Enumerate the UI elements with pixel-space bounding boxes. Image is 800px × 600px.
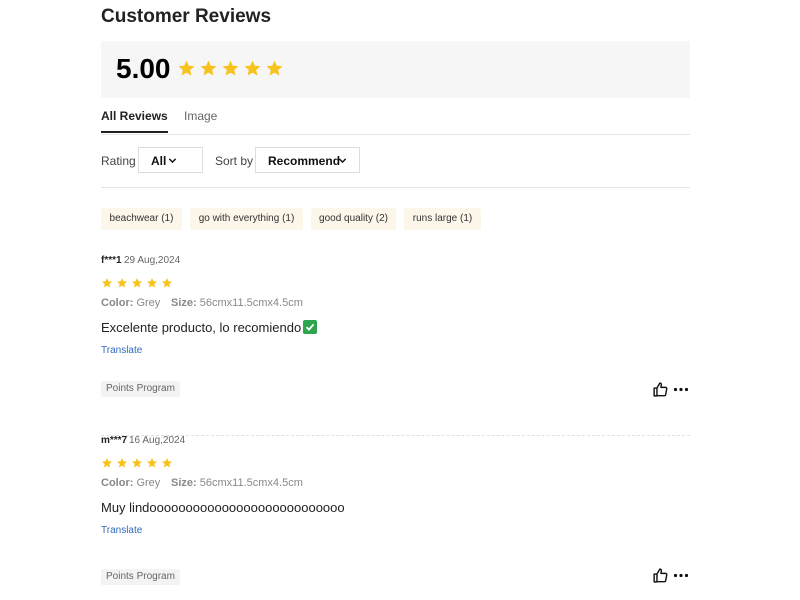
star-icon bbox=[132, 278, 142, 288]
review-body: Excelente producto, lo recomiendo bbox=[101, 320, 302, 335]
translate-link[interactable]: Translate bbox=[101, 525, 142, 536]
check-emoji-icon bbox=[303, 320, 318, 334]
thumbs-up-icon[interactable] bbox=[652, 567, 669, 584]
review-body: Muy lindooooooooooooooooooooooooooo bbox=[101, 500, 345, 515]
rating-filter-label: Rating bbox=[101, 154, 136, 168]
color-label: Color: bbox=[101, 477, 134, 489]
sort-filter-label: Sort by bbox=[215, 154, 254, 168]
rating-dropdown-value: All bbox=[151, 154, 167, 168]
review-date: 29 Aug,2024 bbox=[124, 255, 181, 266]
chevron-down-icon bbox=[168, 158, 177, 164]
review-stars bbox=[101, 457, 173, 469]
color-value: Grey bbox=[136, 297, 161, 309]
review-username: m***7 bbox=[101, 435, 128, 446]
star-icon bbox=[117, 458, 127, 468]
star-icon bbox=[244, 60, 261, 76]
size-value: 56cmx11.5cmx4.5cm bbox=[199, 297, 303, 309]
star-icon bbox=[147, 278, 157, 288]
color-value: Grey bbox=[136, 477, 161, 489]
sort-dropdown[interactable]: Recommend bbox=[255, 147, 360, 173]
review-date: 16 Aug,2024 bbox=[129, 435, 186, 446]
review-color-attr: Color: Grey bbox=[101, 477, 160, 489]
star-icon bbox=[178, 60, 195, 76]
sort-dropdown-value: Recommend bbox=[268, 154, 341, 168]
size-label: Size: bbox=[171, 297, 197, 309]
size-label: Size: bbox=[171, 477, 197, 489]
review-text: Muy lindooooooooooooooooooooooooooo bbox=[101, 500, 345, 515]
review-tabs: All Reviews Image bbox=[101, 100, 690, 135]
review-color-attr: Color: Grey bbox=[101, 297, 160, 309]
filter-bar: Rating All Sort by Recommend bbox=[101, 134, 690, 188]
review-text: Excelente producto, lo recomiendo bbox=[101, 320, 318, 335]
rating-summary: 5.00 bbox=[101, 41, 690, 98]
review-size-attr: Size: 56cmx11.5cmx4.5cm bbox=[171, 477, 303, 489]
star-icon bbox=[147, 458, 157, 468]
average-score: 5.00 bbox=[116, 53, 171, 84]
star-icon bbox=[222, 60, 239, 76]
review-username: f***1 bbox=[101, 255, 122, 266]
size-value: 56cmx11.5cmx4.5cm bbox=[199, 477, 303, 489]
star-icon bbox=[102, 278, 112, 288]
star-icon bbox=[117, 278, 127, 288]
star-icon bbox=[162, 278, 172, 288]
tag-go-with-everything[interactable]: go with everything (1) bbox=[190, 208, 303, 230]
tab-image[interactable]: Image bbox=[184, 109, 217, 123]
star-icon bbox=[200, 60, 217, 76]
tab-all-reviews[interactable]: All Reviews bbox=[101, 109, 168, 133]
review-stars bbox=[101, 277, 173, 289]
star-icon bbox=[102, 458, 112, 468]
chevron-down-icon bbox=[338, 158, 347, 164]
star-icon bbox=[162, 458, 172, 468]
review-item: f***1 29 Aug,2024 Color: Grey Size: 56cm… bbox=[101, 255, 690, 436]
color-label: Color: bbox=[101, 297, 134, 309]
star-icon bbox=[132, 458, 142, 468]
reviews-page: Customer Reviews 5.00 All Reviews Image … bbox=[0, 0, 800, 600]
review-size-attr: Size: 56cmx11.5cmx4.5cm bbox=[171, 297, 303, 309]
rating-dropdown[interactable]: All bbox=[138, 147, 203, 173]
points-program-badge: Points Program bbox=[101, 569, 180, 585]
tag-beachwear[interactable]: beachwear (1) bbox=[101, 208, 182, 230]
star-icon bbox=[266, 60, 283, 76]
points-program-badge: Points Program bbox=[101, 381, 180, 397]
tag-runs-large[interactable]: runs large (1) bbox=[404, 208, 481, 230]
more-icon[interactable] bbox=[673, 381, 689, 398]
thumbs-up-icon[interactable] bbox=[652, 381, 669, 398]
page-title: Customer Reviews bbox=[101, 6, 272, 27]
more-icon[interactable] bbox=[673, 567, 689, 584]
tag-good-quality[interactable]: good quality (2) bbox=[311, 208, 396, 230]
review-item: m***7 16 Aug,2024 Color: Grey Size: 56cm… bbox=[101, 435, 690, 600]
summary-stars bbox=[177, 59, 284, 78]
translate-link[interactable]: Translate bbox=[101, 345, 142, 356]
